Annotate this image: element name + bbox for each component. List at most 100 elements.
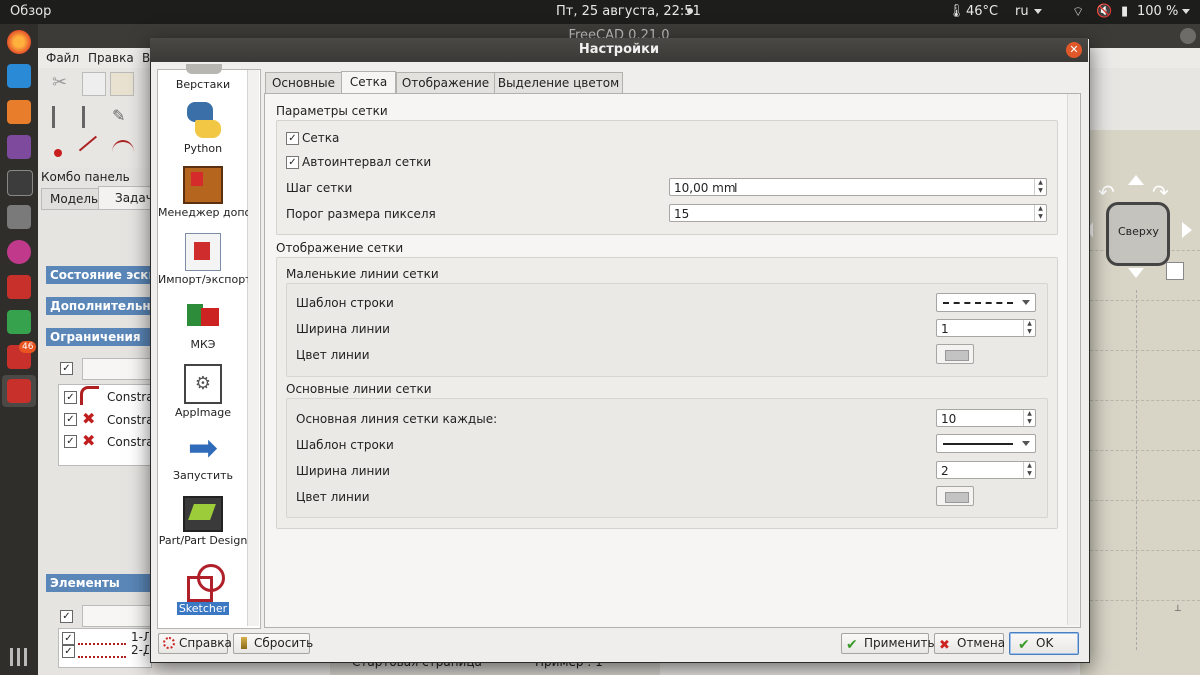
- camera-icon[interactable]: [7, 170, 33, 196]
- spin-arrows[interactable]: ▲ ▼: [1023, 320, 1035, 336]
- page-workbenches[interactable]: Верстаки: [158, 64, 248, 91]
- app-icon[interactable]: [7, 240, 31, 264]
- page-sketcher[interactable]: Sketcher: [158, 562, 248, 615]
- sketch-point-icon[interactable]: [54, 149, 62, 157]
- sketch-arc-icon[interactable]: [112, 140, 134, 164]
- clock[interactable]: Пт, 25 августа, 22:51: [556, 4, 701, 19]
- activities-button[interactable]: Обзор: [10, 4, 51, 19]
- minor-width-input[interactable]: 1 ▲ ▼: [936, 319, 1036, 337]
- page-run[interactable]: ➡ Запустить: [158, 431, 248, 483]
- view-menu-cube-icon[interactable]: [1166, 262, 1184, 280]
- tab-general[interactable]: Основные: [265, 72, 342, 93]
- tab-display[interactable]: Отображение: [396, 72, 495, 93]
- battery-level[interactable]: 100 %: [1137, 4, 1178, 19]
- system-menu-chevron-icon[interactable]: [1182, 9, 1190, 14]
- nav-right-arrow-icon[interactable]: [1182, 222, 1192, 238]
- grid-checkbox-label[interactable]: Сетка: [302, 131, 339, 145]
- help-button[interactable]: Справка: [158, 633, 232, 654]
- pixel-threshold-input[interactable]: 15 ▲ ▼: [669, 204, 1047, 222]
- rotate-right-icon[interactable]: ↷: [1152, 180, 1172, 204]
- temperature-indicator[interactable]: 46°C: [966, 4, 998, 19]
- panel-elements[interactable]: Элементы: [46, 574, 150, 592]
- nav-down-arrow-icon[interactable]: [1128, 268, 1144, 278]
- grid-size-input[interactable]: 10,00 mm I ▲ ▼: [669, 178, 1047, 196]
- page-part-design[interactable]: Part/Part Design: [158, 496, 248, 547]
- element-label[interactable]: 1-Линия: [131, 630, 149, 644]
- major-width-value: 2: [941, 464, 949, 478]
- major-every-input[interactable]: 10 ▲ ▼: [936, 409, 1036, 427]
- page-python[interactable]: Python: [158, 100, 248, 155]
- freecad-close-button[interactable]: [1180, 28, 1196, 44]
- menu-file[interactable]: Файл: [46, 51, 79, 65]
- tab-model[interactable]: Модель: [41, 188, 99, 210]
- tool-icon[interactable]: [82, 106, 107, 128]
- element-label[interactable]: 2-Дуга: [131, 643, 149, 657]
- tab-colors[interactable]: Выделение цветом: [494, 72, 623, 93]
- minor-color-button[interactable]: [936, 344, 974, 364]
- menu-edit[interactable]: Правка: [88, 51, 134, 65]
- panel-sketch-status[interactable]: Состояние эскиза: [46, 266, 150, 284]
- copy-icon[interactable]: [82, 72, 106, 96]
- ok-button[interactable]: ✔ OK: [1009, 632, 1079, 655]
- tool-icon[interactable]: [52, 106, 77, 128]
- spin-arrows[interactable]: ▲ ▼: [1023, 410, 1035, 426]
- panel-constraints[interactable]: Ограничения: [46, 328, 150, 346]
- page-addon-manager[interactable]: Менеджер дополнений: [158, 166, 248, 219]
- spreadsheet-icon[interactable]: [7, 310, 31, 334]
- page-import-export[interactable]: Импорт/экспорт: [158, 233, 248, 286]
- freecad-launcher-icon[interactable]: [7, 275, 31, 299]
- spin-arrows[interactable]: ▲ ▼: [1034, 179, 1046, 195]
- keyboard-layout-indicator[interactable]: ru: [1015, 4, 1029, 19]
- tab-tasks[interactable]: Задачи: [98, 186, 152, 210]
- pane-scrollbar[interactable]: [1067, 94, 1079, 625]
- menu-view[interactable]: Вид: [142, 51, 150, 65]
- grid-checkbox[interactable]: ✓: [286, 132, 299, 145]
- apply-button[interactable]: ✔ Применить: [841, 633, 935, 654]
- constraints-filter-checkbox[interactable]: ✓: [60, 362, 73, 375]
- constraints-filter-combo[interactable]: [82, 358, 152, 380]
- solid-pattern-preview: [943, 443, 1013, 445]
- elements-filter-checkbox[interactable]: ✓: [60, 610, 73, 623]
- major-width-input[interactable]: 2 ▲ ▼: [936, 461, 1036, 479]
- reset-button[interactable]: Сбросить: [233, 633, 313, 654]
- navcube-face-top[interactable]: Сверху: [1118, 225, 1159, 238]
- constraint-checkbox[interactable]: ✓: [64, 413, 77, 426]
- paste-icon[interactable]: [110, 72, 134, 96]
- element-checkbox[interactable]: ✓: [62, 632, 75, 645]
- constraint-checkbox[interactable]: ✓: [64, 435, 77, 448]
- elements-filter-combo[interactable]: [82, 605, 152, 627]
- major-color-button[interactable]: [936, 486, 974, 506]
- close-icon[interactable]: ✕: [1066, 42, 1082, 58]
- cut-icon[interactable]: ✂: [52, 72, 74, 94]
- sketch-line-icon[interactable]: [78, 135, 112, 169]
- tab-grid[interactable]: Сетка: [341, 71, 396, 93]
- documents-icon[interactable]: [7, 64, 31, 88]
- firefox-icon[interactable]: [7, 30, 31, 54]
- volume-muted-icon[interactable]: 🔇: [1096, 4, 1112, 19]
- files-icon[interactable]: [7, 100, 31, 124]
- grid-line: [1080, 350, 1200, 351]
- media-player-icon[interactable]: [7, 135, 31, 159]
- element-checkbox[interactable]: ✓: [62, 645, 75, 658]
- page-fem[interactable]: МКЭ: [158, 298, 248, 351]
- software-updater-icon[interactable]: 46: [7, 341, 37, 369]
- page-list-scrollbar[interactable]: [247, 70, 259, 626]
- auto-spacing-checkbox[interactable]: ✓: [286, 156, 299, 169]
- cancel-button[interactable]: ✖ Отмена: [934, 633, 1005, 654]
- major-pattern-select[interactable]: [936, 434, 1036, 453]
- spin-arrows[interactable]: ▲ ▼: [1034, 205, 1046, 221]
- minor-pattern-select[interactable]: [936, 293, 1036, 312]
- calculator-icon[interactable]: [7, 205, 31, 229]
- panel-additional[interactable]: Дополнительно: [46, 297, 150, 315]
- page-appimage[interactable]: ⚙ AppImage: [158, 364, 248, 419]
- nav-up-arrow-icon[interactable]: [1128, 175, 1144, 185]
- freecad-running-icon[interactable]: [7, 379, 31, 403]
- constraint-checkbox[interactable]: ✓: [64, 391, 77, 404]
- tool-icon[interactable]: ✎: [112, 106, 134, 128]
- rotate-left-icon[interactable]: ↶: [1098, 180, 1118, 204]
- spin-arrows[interactable]: ▲ ▼: [1023, 462, 1035, 478]
- show-applications-icon[interactable]: [10, 648, 28, 666]
- wifi-icon[interactable]: ⌔: [1072, 4, 1084, 20]
- auto-spacing-label[interactable]: Автоинтервал сетки: [302, 155, 431, 169]
- navigation-cube[interactable]: Сверху: [1106, 202, 1170, 266]
